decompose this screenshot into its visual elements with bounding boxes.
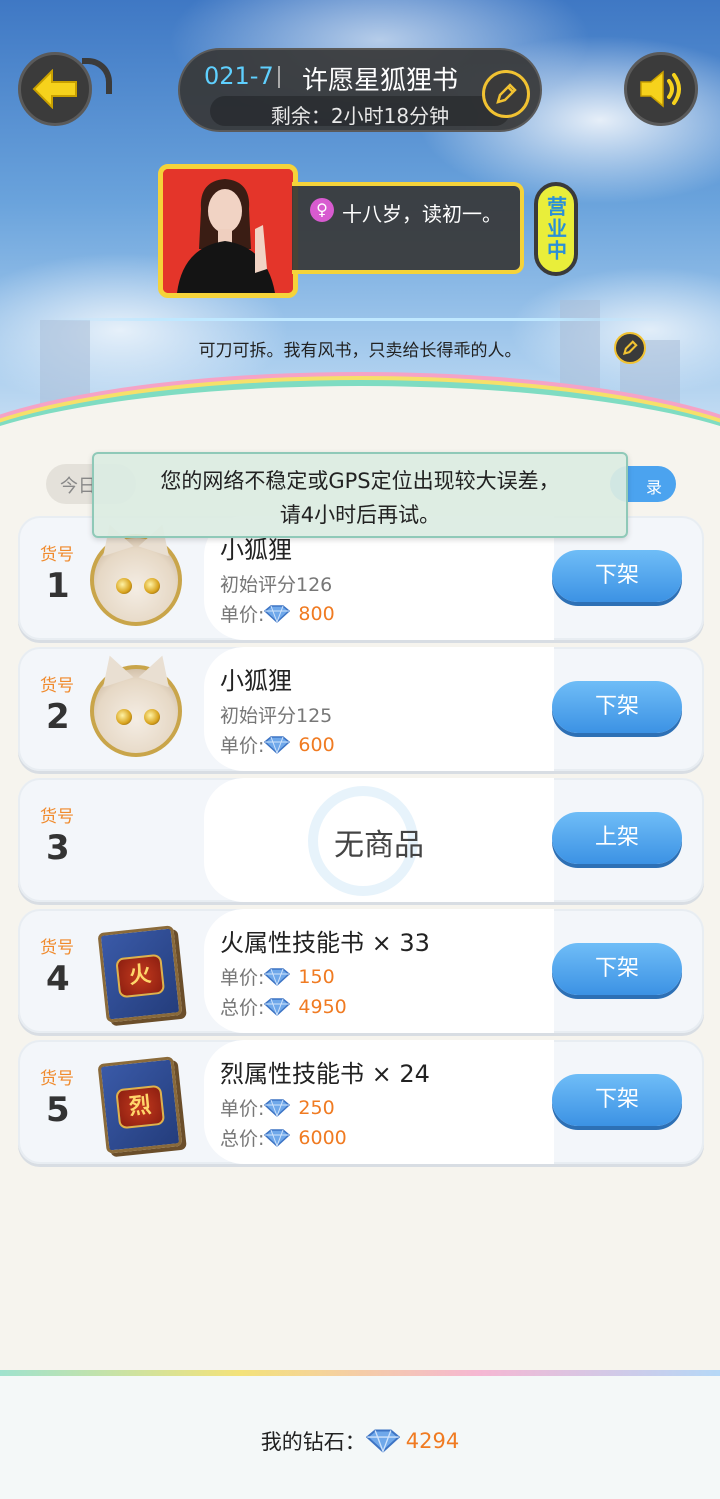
shop-name: 许愿星狐狸书 <box>302 66 459 96</box>
slot-label: 货号 <box>40 676 74 696</box>
total-price-value: 6000 <box>298 1126 347 1149</box>
diamond-icon <box>264 967 291 986</box>
item-row: 货号 2 小狐狸 初始评分125 单价: 600 下架 <box>18 647 704 771</box>
item-row-empty: 货号 3 无商品 上架 <box>18 778 704 902</box>
diamond-icon <box>264 1128 291 1147</box>
slot-label: 货号 <box>40 1069 74 1089</box>
fire-emblem: 火 <box>115 953 166 999</box>
slot-number: 2 <box>46 697 70 737</box>
total-price-value: 4950 <box>298 995 347 1018</box>
pencil-icon <box>622 340 638 356</box>
fox-eye <box>144 578 160 594</box>
diamond-balance-value: 4294 <box>405 1429 460 1453</box>
slot-number: 1 <box>46 566 70 606</box>
unit-price: 单价: 600 <box>220 731 335 758</box>
edit-motto-button[interactable] <box>614 332 646 364</box>
unit-price: 单价: 800 <box>220 600 335 627</box>
pencil-icon <box>496 83 517 104</box>
fox-eye <box>116 709 132 725</box>
fox-eye <box>116 578 132 594</box>
fox-pet-thumbnail[interactable] <box>90 650 182 757</box>
toast-line-2: 请4小时后再试。 <box>279 503 441 527</box>
title-separator <box>278 66 280 88</box>
diamond-balance: 我的钻石： 4294 <box>0 1426 720 1456</box>
unit-price-value: 150 <box>298 965 335 988</box>
diamond-icon <box>365 1429 400 1453</box>
diamond-icon <box>264 604 291 623</box>
back-button[interactable] <box>18 52 92 126</box>
unit-price-label: 单价: <box>220 735 265 757</box>
female-icon: ♀ <box>310 198 334 222</box>
item-name: 烈属性技能书 × 24 <box>220 1060 430 1088</box>
unit-price-label: 单价: <box>220 967 265 989</box>
slot-label: 货号 <box>40 807 74 827</box>
slot-number: 3 <box>46 828 70 868</box>
unit-price: 单价: 150 <box>220 963 335 990</box>
fox-pet-thumbnail[interactable] <box>90 519 182 626</box>
diamond-icon <box>264 735 291 754</box>
owner-portrait <box>163 169 293 293</box>
fox-ear <box>138 650 178 688</box>
diamond-icon <box>264 997 291 1016</box>
arrow-left-icon <box>32 69 77 109</box>
total-price: 总价: 4950 <box>220 993 347 1020</box>
toast-line-1: 您的网络不稳定或GPS定位出现较大误差， <box>160 469 560 493</box>
diamond-icon <box>264 1098 291 1117</box>
owner-avatar[interactable] <box>158 164 298 298</box>
unit-price: 单价: 250 <box>220 1094 335 1121</box>
fox-ear <box>94 650 134 688</box>
background-building <box>40 320 90 410</box>
unit-price-value: 800 <box>298 602 335 625</box>
network-warning-toast: 您的网络不稳定或GPS定位出现较大误差， 请4小时后再试。 <box>92 452 628 538</box>
skill-book-thumbnail[interactable]: 烈 <box>97 1056 183 1154</box>
unlist-button[interactable]: 下架 <box>552 1074 682 1126</box>
diamond-balance-label: 我的钻石： <box>260 1430 366 1454</box>
header-curve <box>0 380 720 450</box>
item-name: 火属性技能书 × 33 <box>220 929 430 957</box>
sound-button[interactable] <box>624 52 698 126</box>
unit-price-value: 600 <box>298 733 335 756</box>
unit-price-value: 250 <box>298 1096 335 1119</box>
unlist-button[interactable]: 下架 <box>552 943 682 995</box>
item-name: 小狐狸 <box>220 667 292 695</box>
speaker-icon <box>640 70 681 108</box>
unit-price-label: 单价: <box>220 604 265 626</box>
shop-code: 021-7 <box>204 62 274 90</box>
unlist-button[interactable]: 下架 <box>552 550 682 602</box>
footer: 我的钻石： 4294 <box>0 1376 720 1499</box>
owner-description: 十八岁，读初一。 <box>342 202 502 226</box>
unlist-button[interactable]: 下架 <box>552 681 682 733</box>
empty-slot-text: 无商品 <box>334 828 424 863</box>
shop-motto: 可刀可拆。我有风书，只卖给长得乖的人。 <box>198 341 522 361</box>
divider <box>50 318 670 321</box>
slot-label: 货号 <box>40 545 74 565</box>
status-badge: 营业中 <box>534 182 578 276</box>
total-price: 总价: 6000 <box>220 1124 347 1151</box>
shop-title-bar: 021-7 许愿星狐狸书 剩余：2小时18分钟 <box>178 48 542 132</box>
item-rating: 初始评分125 <box>220 705 333 727</box>
unit-price-label: 单价: <box>220 1098 265 1120</box>
total-price-label: 总价: <box>220 1128 265 1150</box>
edit-shop-button[interactable] <box>482 70 530 118</box>
list-button[interactable]: 上架 <box>552 812 682 864</box>
slot-number: 4 <box>46 959 70 999</box>
owner-description-box: ♀ 十八岁，读初一。 <box>292 182 524 274</box>
fox-eye <box>144 709 160 725</box>
slot-number: 5 <box>46 1090 70 1130</box>
blaze-emblem: 烈 <box>115 1084 166 1130</box>
slot-label: 货号 <box>40 938 74 958</box>
item-row: 货号 5 烈 烈属性技能书 × 24 单价: 250 总价: 6000 下架 <box>18 1040 704 1164</box>
item-row: 货号 4 火 火属性技能书 × 33 单价: 150 总价: 4950 下架 <box>18 909 704 1033</box>
skill-book-thumbnail[interactable]: 火 <box>97 925 183 1023</box>
total-price-label: 总价: <box>220 997 265 1019</box>
item-rating: 初始评分126 <box>220 574 333 596</box>
